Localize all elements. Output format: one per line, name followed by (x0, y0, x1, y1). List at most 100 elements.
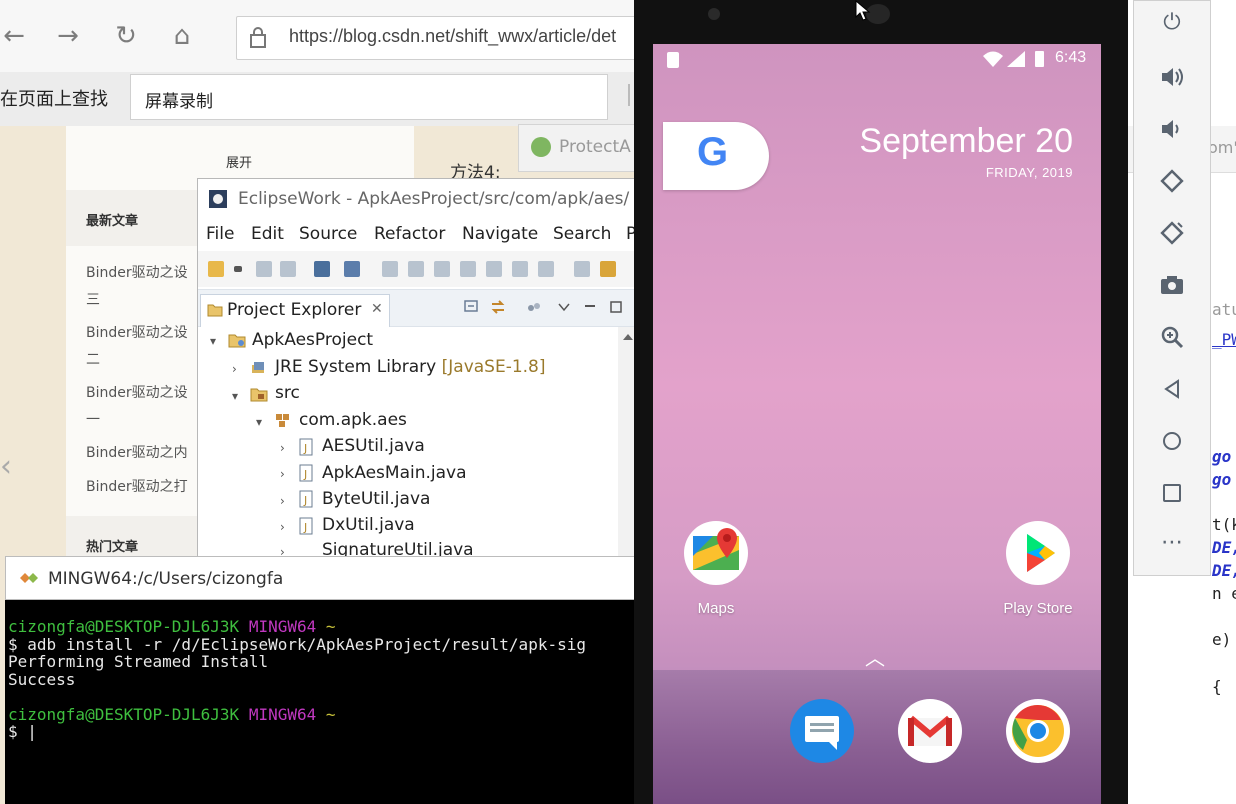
article-link-cont[interactable]: 一 (86, 409, 100, 429)
use-step-filters-icon[interactable] (600, 261, 616, 277)
drop-to-frame-icon[interactable] (574, 261, 590, 277)
minimize-icon[interactable] (582, 300, 598, 314)
article-link-cont[interactable]: 二 (86, 349, 100, 369)
step-return-icon[interactable] (538, 261, 554, 277)
filter-icon[interactable] (526, 300, 542, 314)
code-fragment: _PW (1212, 330, 1236, 349)
terminal-output[interactable]: cizongfa@DESKTOP-DJL6J3K MINGW64 ~ $ adb… (8, 618, 586, 741)
volume-down-icon[interactable] (1158, 115, 1186, 143)
volume-up-icon[interactable] (1158, 63, 1186, 91)
article-link[interactable]: Binder驱动之设 (86, 382, 188, 402)
resume-icon[interactable] (382, 261, 398, 277)
article-link[interactable]: Binder驱动之打 (86, 476, 188, 496)
step-into-icon[interactable] (486, 261, 502, 277)
dock-gmail[interactable] (897, 698, 963, 768)
menu-refactor[interactable]: Refactor (374, 224, 445, 244)
lock-icon (250, 27, 266, 48)
refresh-icon[interactable]: ↻ (112, 22, 140, 50)
overview-nav-icon[interactable] (1158, 479, 1186, 507)
suspend-icon[interactable] (408, 261, 424, 277)
ide-tab-fragment[interactable]: om' (1208, 138, 1236, 157)
more-options-icon[interactable]: ⋯ (1158, 529, 1186, 557)
package-icon (276, 414, 289, 427)
expand-link[interactable]: 展开 (226, 152, 252, 171)
terminate-icon[interactable] (434, 261, 450, 277)
chevron-right-icon[interactable]: › (280, 520, 285, 534)
chevron-right-icon[interactable]: › (280, 441, 285, 455)
close-icon[interactable]: ✕ (371, 301, 383, 317)
eclipse-titlebar[interactable]: EclipseWork - ApkAesProject/src/com/apk/… (198, 179, 641, 219)
rotate-right-icon[interactable] (1158, 219, 1186, 247)
wifi-icon (983, 51, 1003, 67)
article-link[interactable]: Binder驱动之设 (86, 262, 188, 282)
collapse-all-icon[interactable] (464, 300, 480, 314)
tree-file[interactable]: AESUtil.java (322, 436, 425, 456)
protect-app-window[interactable]: ProtectA (518, 124, 640, 172)
google-search-widget[interactable]: G (663, 122, 769, 190)
tree-file[interactable]: DxUtil.java (322, 515, 415, 535)
rotate-left-icon[interactable] (1158, 167, 1186, 195)
app-maps[interactable] (683, 520, 749, 590)
tree-file[interactable]: ByteUtil.java (322, 489, 430, 509)
phone-home-screen[interactable]: 6:43 G September 20 FRIDAY, 2019 Maps Pl… (653, 44, 1101, 804)
address-bar[interactable]: https://blog.csdn.net/shift_wwx/article/… (236, 16, 642, 60)
find-input[interactable]: 屏幕录制 (130, 74, 608, 120)
prompt-shell: MINGW64 (248, 704, 317, 724)
article-link[interactable]: Binder驱动之设 (86, 322, 188, 342)
scroll-up-icon[interactable] (622, 333, 634, 341)
project-icon (228, 334, 246, 348)
link-editor-icon[interactable] (490, 300, 506, 314)
forward-arrow-icon[interactable]: → (54, 22, 82, 50)
save-icon[interactable] (256, 261, 272, 277)
new-icon[interactable] (208, 261, 224, 277)
skip-breakpoints-icon[interactable] (344, 261, 360, 277)
menu-source[interactable]: Source (299, 224, 357, 244)
menu-file[interactable]: File (206, 224, 234, 244)
mingw-terminal-window[interactable]: MINGW64:/c/Users/cizongfa cizongfa@DESKT… (5, 556, 635, 804)
chevron-down-icon[interactable]: ▾ (232, 389, 238, 403)
article-link[interactable]: Binder驱动之内 (86, 442, 188, 462)
find-divider (628, 84, 630, 106)
chevron-down-icon[interactable]: ▾ (210, 334, 216, 348)
menu-navigate[interactable]: Navigate (462, 224, 538, 244)
disconnect-icon[interactable] (460, 261, 476, 277)
maximize-icon[interactable] (608, 300, 624, 314)
zoom-icon[interactable] (1158, 323, 1186, 351)
address-url[interactable]: https://blog.csdn.net/shift_wwx/article/… (289, 26, 616, 47)
app-play-store[interactable] (1005, 520, 1071, 590)
svg-text:J: J (303, 442, 307, 455)
latest-articles-title: 最新文章 (86, 214, 139, 229)
terminal-titlebar[interactable]: MINGW64:/c/Users/cizongfa (5, 556, 635, 600)
tree-src[interactable]: src (275, 383, 300, 403)
back-arrow-icon[interactable]: ← (0, 22, 28, 50)
dropdown-icon[interactable] (234, 266, 242, 272)
save-all-icon[interactable] (280, 261, 296, 277)
step-over-icon[interactable] (512, 261, 528, 277)
chrome-icon (1006, 699, 1070, 763)
chevron-right-icon[interactable]: › (280, 467, 285, 481)
tree-project[interactable]: ApkAesProject (252, 330, 373, 350)
view-menu-icon[interactable] (556, 300, 572, 314)
chevron-right-icon[interactable]: › (280, 494, 285, 508)
menu-edit[interactable]: Edit (251, 224, 284, 244)
code-fragment: go (1212, 470, 1232, 489)
tree-jre[interactable]: JRE System Library [JavaSE-1.8] (275, 357, 546, 377)
home-icon[interactable]: ⌂ (168, 22, 196, 50)
terminal-icon[interactable] (314, 261, 330, 277)
chevron-left-icon[interactable]: ‹ (0, 452, 12, 482)
back-nav-icon[interactable] (1158, 375, 1186, 403)
article-link-cont[interactable]: 三 (86, 289, 100, 309)
tree-package[interactable]: com.apk.aes (299, 410, 407, 430)
menu-search[interactable]: Search (553, 224, 611, 244)
chevron-right-icon[interactable]: › (232, 362, 237, 376)
dock-chrome[interactable] (1005, 698, 1071, 768)
chevron-down-icon[interactable]: ▾ (256, 415, 262, 429)
dock-messages[interactable] (789, 698, 855, 768)
date-widget[interactable]: September 20 FRIDAY, 2019 (859, 122, 1073, 180)
home-nav-icon[interactable] (1158, 427, 1186, 455)
tree-file[interactable]: ApkAesMain.java (322, 463, 467, 483)
power-icon[interactable]: ⏻ (1158, 9, 1186, 37)
camera-icon[interactable] (1158, 271, 1186, 299)
app-drawer-chevron-up-icon[interactable]: ︿ (865, 642, 885, 671)
tab-project-explorer[interactable]: Project Explorer ✕ (200, 294, 390, 327)
